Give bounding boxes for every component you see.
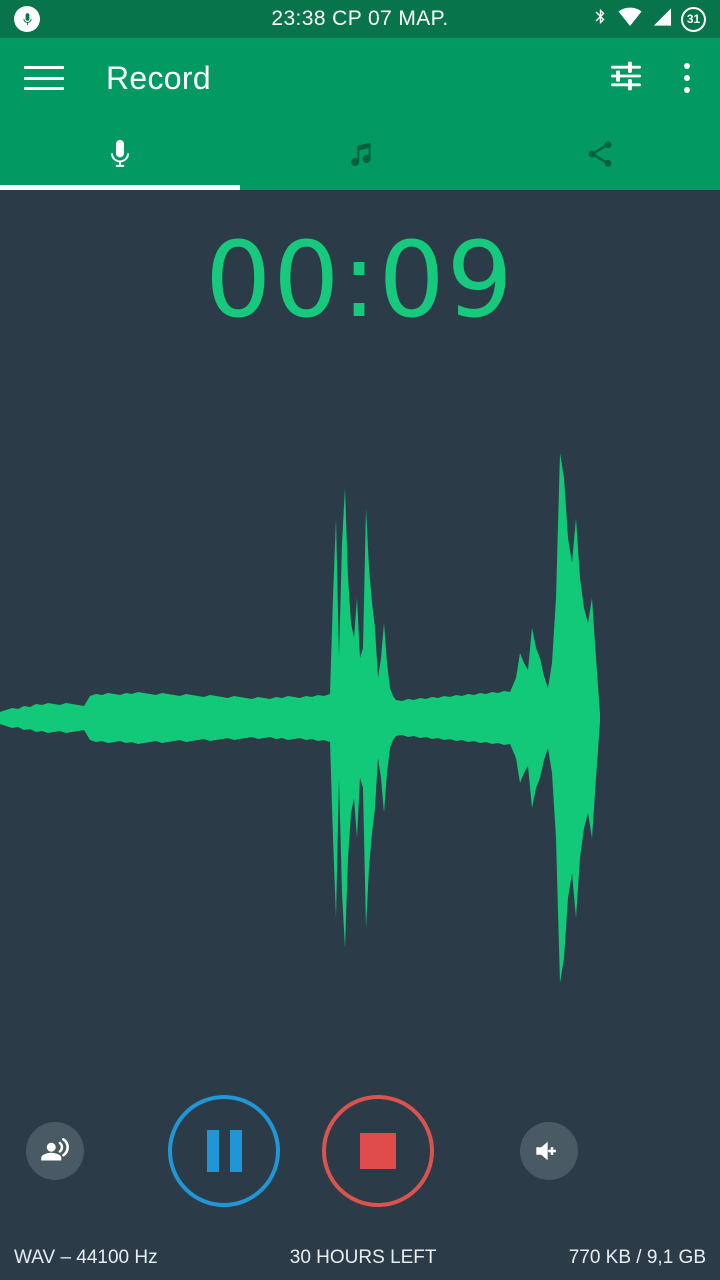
status-bar-system-icons: 31	[592, 5, 706, 33]
toolbar-actions	[608, 58, 698, 99]
pause-button[interactable]	[168, 1095, 280, 1207]
microphone-icon	[110, 140, 130, 167]
tab-files[interactable]	[240, 118, 480, 190]
status-info-bar: WAV – 44100 Hz 30 HOURS LEFT 770 KB / 9,…	[0, 1235, 720, 1280]
tune-sliders-icon[interactable]	[608, 58, 644, 99]
time-left-label: 30 HOURS LEFT	[289, 1246, 437, 1268]
tab-bar	[0, 118, 720, 190]
more-vert-icon[interactable]	[676, 59, 698, 97]
music-note-icon	[351, 142, 371, 167]
battery-indicator: 31	[681, 6, 706, 32]
wifi-icon	[618, 7, 642, 32]
waveform-chart	[0, 453, 600, 983]
storage-label: 770 KB / 9,1 GB	[568, 1246, 706, 1268]
waveform-baseline	[0, 716, 600, 720]
bluetooth-icon	[592, 5, 609, 33]
tab-record[interactable]	[0, 118, 240, 190]
app-toolbar: Record	[0, 38, 720, 118]
status-bar: 23:38 CP 07 MAP. 31	[0, 0, 720, 38]
cellular-signal-icon	[651, 7, 672, 32]
waveform-display[interactable]	[0, 190, 720, 1190]
page-title: Record	[106, 59, 211, 96]
microphone-icon	[14, 6, 40, 32]
stop-icon	[360, 1133, 396, 1169]
status-bar-notifications	[14, 6, 214, 32]
app-root: 23:38 CP 07 MAP. 31 Record 00:09 WAV – 4…	[0, 0, 720, 1280]
volume-up-button[interactable]	[520, 1122, 578, 1180]
record-screen: 00:09	[0, 190, 720, 1235]
audio-format-label: WAV – 44100 Hz	[14, 1246, 158, 1268]
pause-icon	[206, 1130, 242, 1172]
share-icon	[588, 141, 612, 167]
record-voice-over-icon	[41, 1137, 69, 1161]
voice-over-button[interactable]	[26, 1122, 84, 1180]
volume-up-icon	[536, 1141, 556, 1161]
tab-share[interactable]	[480, 118, 720, 190]
hamburger-menu-icon[interactable]	[24, 63, 66, 93]
stop-button[interactable]	[322, 1095, 434, 1207]
transport-controls	[0, 1067, 720, 1235]
